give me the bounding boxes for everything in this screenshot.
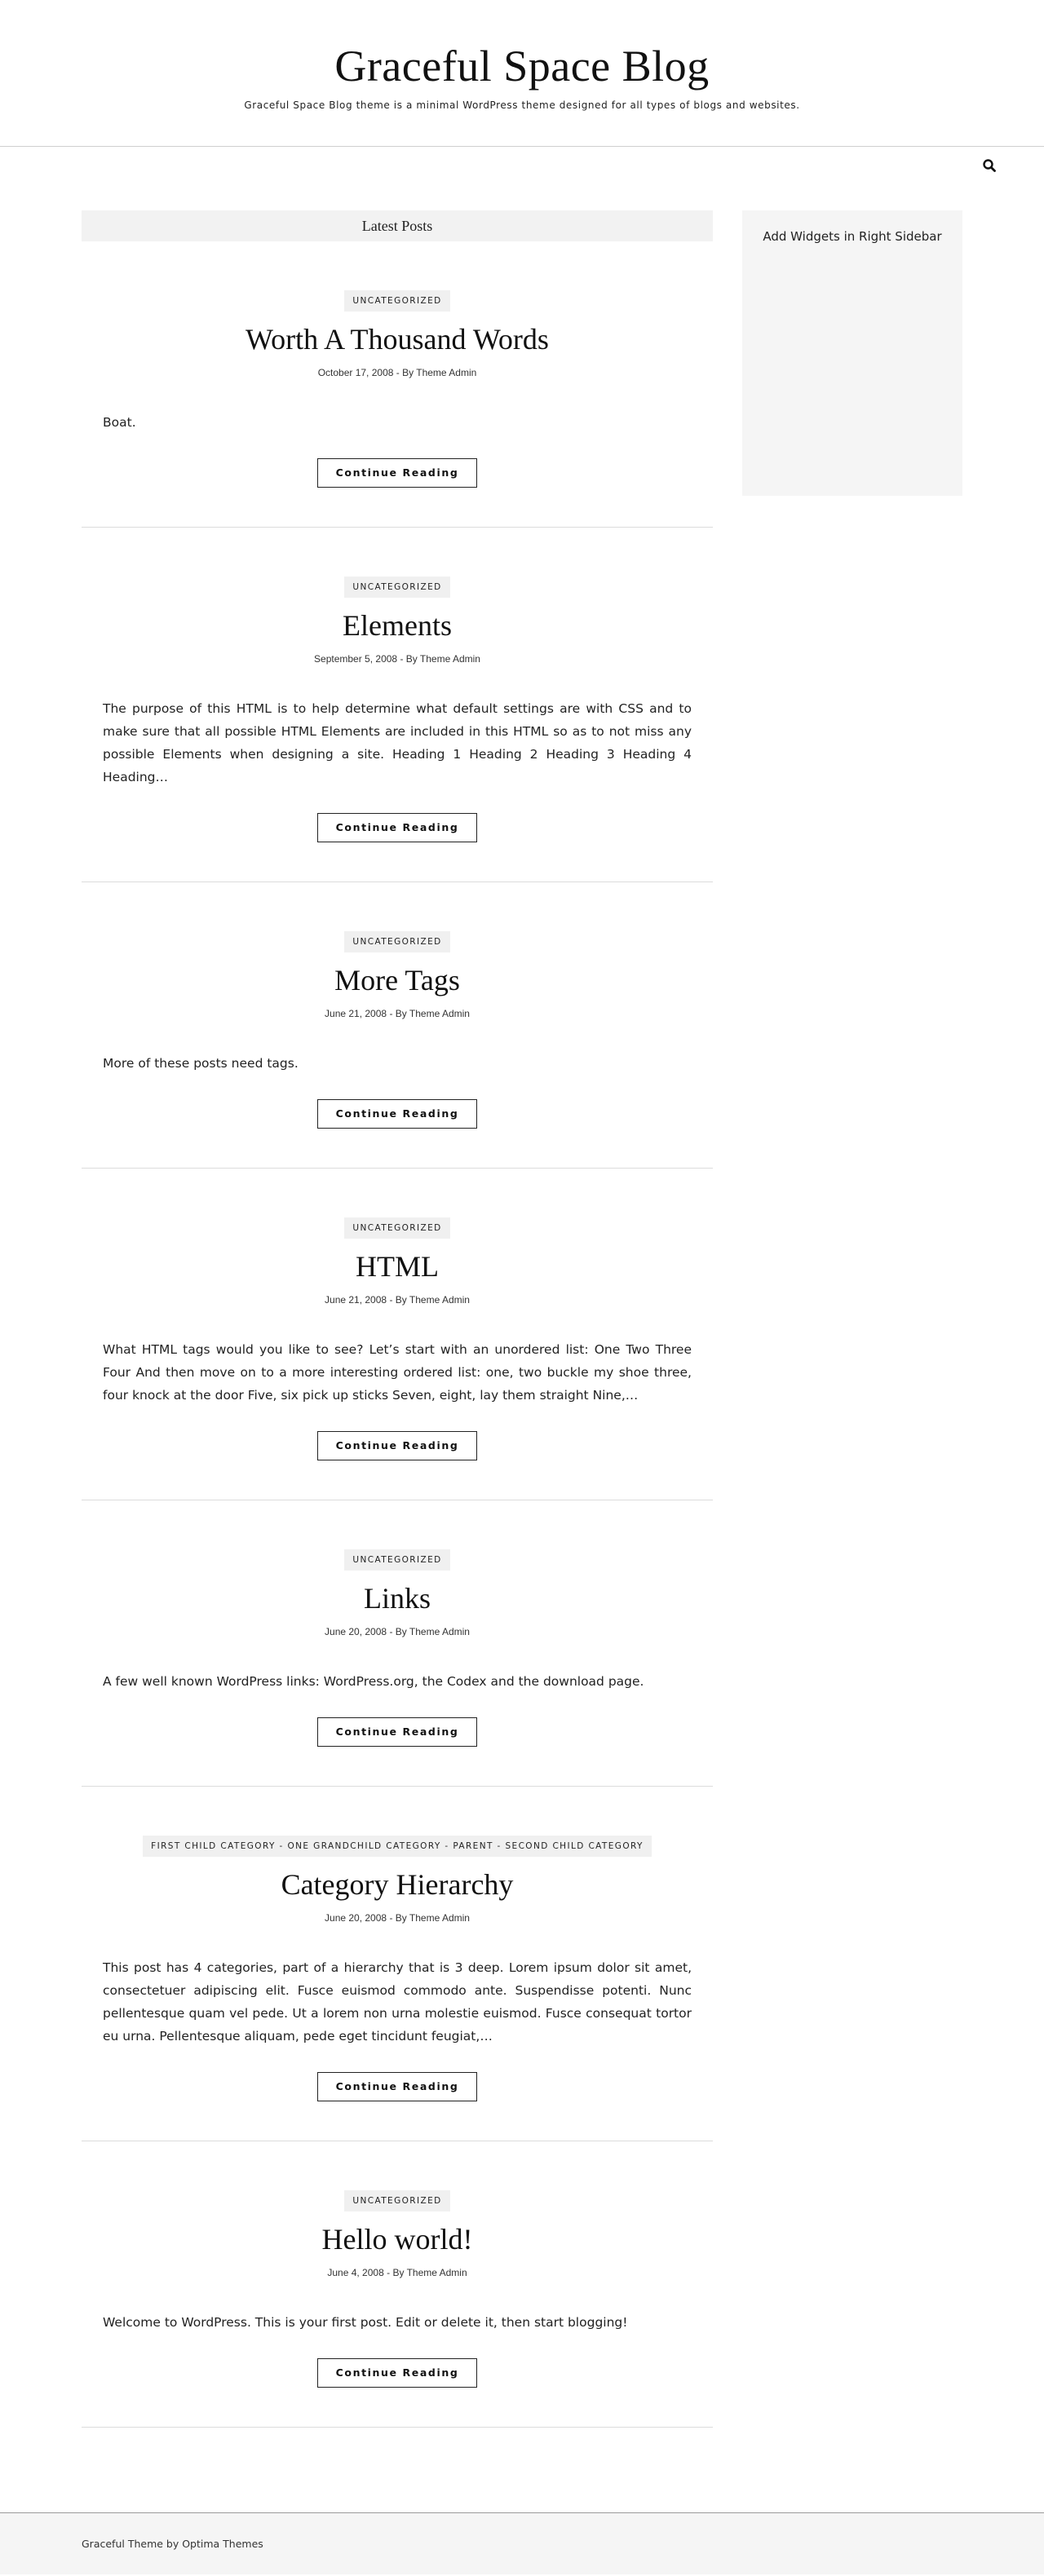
post-category-badge: UNCATEGORIZED [344, 577, 450, 598]
post-author-prefix: By [392, 2267, 405, 2278]
post-author[interactable]: Theme Admin [416, 367, 476, 378]
post-author[interactable]: Theme Admin [407, 2267, 467, 2278]
post-category-badge: UNCATEGORIZED [344, 1217, 450, 1239]
post-meta: October 17, 2008 - By Theme Admin [82, 367, 713, 378]
post-category-link[interactable]: PARENT [453, 1841, 493, 1851]
post-date[interactable]: September 5, 2008 [314, 653, 397, 665]
post-excerpt: Welcome to WordPress. This is your first… [103, 2315, 628, 2330]
post-category-link[interactable]: FIRST CHILD CATEGORY [151, 1841, 276, 1851]
post-excerpt: More of these posts need tags. [103, 1056, 299, 1071]
post-author-prefix: By [405, 653, 418, 665]
post-excerpt: What HTML tags would you like to see? Le… [103, 1342, 692, 1403]
post-author[interactable]: Theme Admin [420, 653, 480, 665]
post-author[interactable]: Theme Admin [409, 1626, 470, 1637]
main-column: Latest Posts UNCATEGORIZED Worth A Thous… [82, 210, 713, 2428]
post-date[interactable]: June 20, 2008 [325, 1626, 387, 1637]
continue-reading-button[interactable]: Continue Reading [317, 813, 477, 842]
continue-reading-button[interactable]: Continue Reading [317, 1717, 477, 1747]
post-category-link[interactable]: UNCATEGORIZED [352, 2196, 441, 2206]
post-author[interactable]: Theme Admin [409, 1294, 470, 1306]
category-separator: - [440, 1841, 453, 1851]
post-meta: June 20, 2008 - By Theme Admin [82, 1626, 713, 1637]
post-meta-separator: - [389, 1008, 396, 1019]
post-author-prefix: By [395, 1912, 407, 1924]
post-excerpt: This post has 4 categories, part of a hi… [103, 1960, 692, 2044]
post-date[interactable]: October 17, 2008 [318, 367, 394, 378]
continue-reading-button[interactable]: Continue Reading [317, 2358, 477, 2388]
post-category-badge: UNCATEGORIZED [344, 931, 450, 952]
post-title[interactable]: More Tags [82, 962, 713, 998]
post-category-badge: UNCATEGORIZED [344, 1549, 450, 1571]
post-category-link[interactable]: UNCATEGORIZED [352, 582, 441, 592]
post-date[interactable]: June 20, 2008 [325, 1912, 387, 1924]
post-meta-separator: - [389, 1294, 396, 1306]
search-icon[interactable] [982, 158, 997, 173]
post-title[interactable]: Category Hierarchy [82, 1867, 713, 1902]
post-meta-separator: - [400, 653, 406, 665]
post-author-prefix: By [402, 367, 414, 378]
post-item: FIRST CHILD CATEGORY - ONE GRANDCHILD CA… [82, 1787, 713, 2141]
sidebar-widget-placeholder: Add Widgets in Right Sidebar [763, 229, 942, 244]
right-sidebar: Add Widgets in Right Sidebar [742, 210, 962, 496]
site-title[interactable]: Graceful Space Blog [0, 39, 1044, 93]
continue-reading-button[interactable]: Continue Reading [317, 1431, 477, 1460]
content-layout: Latest Posts UNCATEGORIZED Worth A Thous… [82, 210, 962, 2428]
post-category-link[interactable]: UNCATEGORIZED [352, 296, 441, 306]
post-title[interactable]: Worth A Thousand Words [82, 321, 713, 357]
post-author-prefix: By [395, 1008, 407, 1019]
post-category-link[interactable]: UNCATEGORIZED [352, 1555, 441, 1565]
post-meta: June 4, 2008 - By Theme Admin [82, 2267, 713, 2278]
post-title[interactable]: Hello world! [82, 2221, 713, 2257]
post-excerpt: The purpose of this HTML is to help dete… [103, 701, 692, 784]
post-author[interactable]: Theme Admin [409, 1008, 470, 1019]
continue-reading-button[interactable]: Continue Reading [317, 2072, 477, 2101]
post-item: UNCATEGORIZED Hello world! June 4, 2008 … [82, 2141, 713, 2428]
post-date[interactable]: June 21, 2008 [325, 1008, 387, 1019]
post-meta: June 21, 2008 - By Theme Admin [82, 1294, 713, 1306]
post-meta: June 21, 2008 - By Theme Admin [82, 1008, 713, 1019]
post-category-link[interactable]: UNCATEGORIZED [352, 1223, 441, 1233]
latest-posts-heading: Latest Posts [82, 210, 713, 241]
post-item: UNCATEGORIZED More Tags June 21, 2008 - … [82, 882, 713, 1169]
post-category-badge: UNCATEGORIZED [344, 290, 450, 312]
post-title[interactable]: HTML [82, 1248, 713, 1284]
post-item: UNCATEGORIZED Worth A Thousand Words Oct… [82, 241, 713, 528]
post-category-link[interactable]: UNCATEGORIZED [352, 937, 441, 947]
post-category-link[interactable]: SECOND CHILD CATEGORY [505, 1841, 643, 1851]
post-author-prefix: By [395, 1626, 407, 1637]
post-excerpt: A few well known WordPress links: WordPr… [103, 1674, 644, 1689]
post-item: UNCATEGORIZED Links June 20, 2008 - By T… [82, 1500, 713, 1787]
site-tagline: Graceful Space Blog theme is a minimal W… [244, 99, 800, 111]
post-author[interactable]: Theme Admin [409, 1912, 470, 1924]
site-footer: Graceful Theme by Optima Themes [0, 2512, 1044, 2574]
post-meta-separator: - [396, 367, 403, 378]
category-separator: - [275, 1841, 288, 1851]
post-item: UNCATEGORIZED HTML June 21, 2008 - By Th… [82, 1169, 713, 1500]
post-title[interactable]: Elements [82, 608, 713, 643]
post-item: UNCATEGORIZED Elements September 5, 2008… [82, 528, 713, 882]
post-date[interactable]: June 4, 2008 [327, 2267, 383, 2278]
footer-credit[interactable]: Graceful Theme by Optima Themes [82, 2538, 263, 2550]
post-author-prefix: By [395, 1294, 407, 1306]
post-meta: September 5, 2008 - By Theme Admin [82, 653, 713, 665]
post-title[interactable]: Links [82, 1580, 713, 1616]
post-list: UNCATEGORIZED Worth A Thousand Words Oct… [82, 241, 713, 2428]
post-category-link[interactable]: ONE GRANDCHILD CATEGORY [287, 1841, 440, 1851]
post-excerpt: Boat. [103, 415, 136, 430]
continue-reading-button[interactable]: Continue Reading [317, 1099, 477, 1129]
continue-reading-button[interactable]: Continue Reading [317, 458, 477, 488]
post-category-badge: FIRST CHILD CATEGORY - ONE GRANDCHILD CA… [143, 1836, 652, 1857]
post-date[interactable]: June 21, 2008 [325, 1294, 387, 1306]
site-header: Graceful Space Blog Graceful Space Blog … [0, 0, 1044, 147]
post-meta-separator: - [389, 1626, 396, 1637]
post-meta: June 20, 2008 - By Theme Admin [82, 1912, 713, 1924]
category-separator: - [493, 1841, 506, 1851]
post-meta-separator: - [389, 1912, 396, 1924]
post-category-badge: UNCATEGORIZED [344, 2190, 450, 2211]
nav-bar [0, 147, 1044, 184]
